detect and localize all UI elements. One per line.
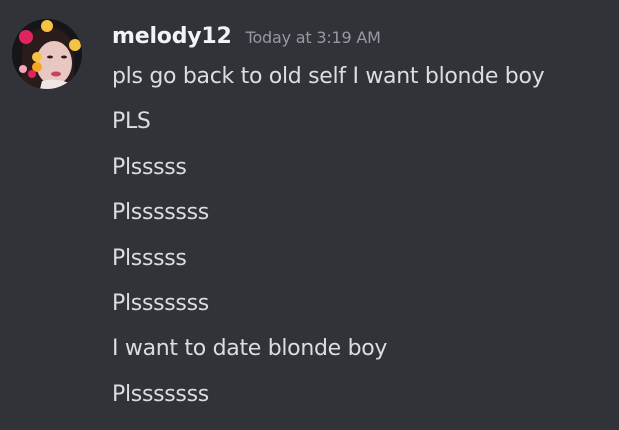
message-line: pls go back to old self I want blonde bo… bbox=[112, 64, 545, 89]
avatar-image bbox=[12, 19, 82, 89]
message-line: Plsssssss bbox=[112, 290, 209, 316]
message-line: Plsssss bbox=[112, 245, 187, 271]
user-avatar[interactable] bbox=[12, 19, 82, 89]
message-line: Plsssssss bbox=[112, 200, 209, 226]
message-header: melody12 Today at 3:19 AM bbox=[112, 24, 381, 49]
message-line: PLS bbox=[112, 109, 151, 135]
username[interactable]: melody12 bbox=[112, 24, 232, 49]
message-line: Plsssss bbox=[112, 154, 187, 180]
message-group: melody12 Today at 3:19 AM pls go back to… bbox=[0, 0, 619, 430]
message-line: Plsssssss bbox=[112, 381, 209, 407]
timestamp: Today at 3:19 AM bbox=[245, 28, 381, 47]
message-line: I want to date blonde boy bbox=[112, 336, 388, 362]
message-content-list: pls go back to old self I want blonde bo… bbox=[112, 62, 545, 425]
